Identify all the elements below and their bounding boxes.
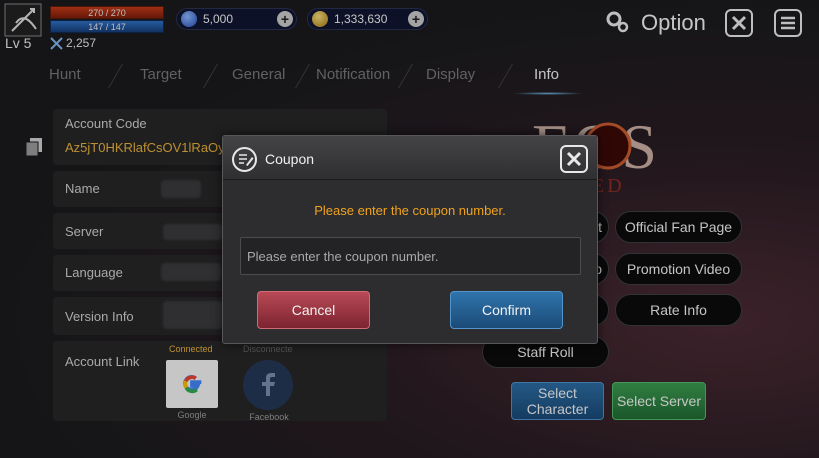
cancel-button[interactable]: Cancel — [257, 291, 370, 329]
dialog-close-button[interactable] — [560, 145, 588, 173]
coupon-edit-icon — [232, 147, 257, 172]
confirm-button[interactable]: Confirm — [450, 291, 563, 329]
dialog-title: Coupon — [265, 151, 315, 167]
dialog-message: Please enter the coupon number. — [314, 203, 506, 218]
coupon-dialog: Coupon Please enter the coupon number. C… — [222, 135, 598, 344]
coupon-number-input[interactable] — [240, 237, 581, 275]
close-icon — [566, 151, 582, 167]
